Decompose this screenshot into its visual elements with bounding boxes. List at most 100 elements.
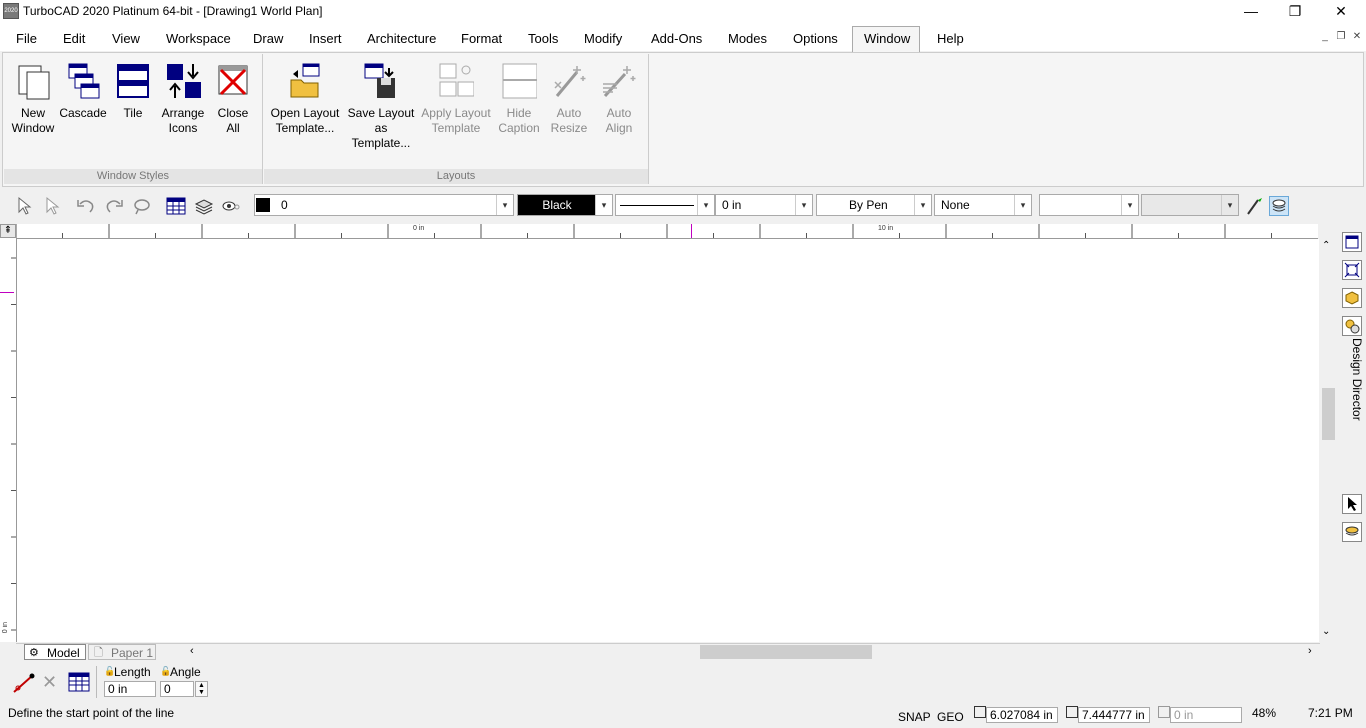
fill-combo[interactable]: None ▾ [934, 194, 1032, 216]
empty-combo-1[interactable]: ▾ [1039, 194, 1139, 216]
table-icon[interactable] [166, 196, 186, 216]
chevron-down-icon[interactable]: ▾ [795, 195, 812, 215]
apply-layout-label-1: Apply Layout [421, 106, 491, 120]
vertical-scroll-thumb[interactable] [1322, 388, 1335, 440]
horizontal-scroll-thumb[interactable] [700, 645, 872, 659]
new-window-button[interactable]: New Window [7, 58, 59, 136]
menu-add-ons[interactable]: Add-Ons [651, 31, 702, 46]
x-coord-lock-icon[interactable] [974, 706, 986, 718]
geo-toggle[interactable]: GEO [937, 710, 964, 724]
snap-toggle[interactable]: SNAP [898, 710, 931, 724]
line-style-combo[interactable]: ▾ [615, 194, 715, 216]
palette-selection-icon[interactable] [1342, 260, 1362, 280]
menu-draw[interactable]: Draw [253, 31, 283, 46]
scroll-up-icon[interactable]: ⌃ [1322, 240, 1330, 251]
auto-align-button[interactable]: Auto Align [593, 58, 645, 136]
brush-icon[interactable] [1244, 196, 1264, 216]
ruler-origin-button[interactable]: ⇞ [0, 224, 16, 238]
space-tab-bar [16, 643, 1320, 662]
chevron-down-icon[interactable]: ▾ [595, 195, 612, 215]
select-edit-icon[interactable] [42, 196, 62, 216]
palette-design-director-icon[interactable] [1342, 316, 1362, 336]
cascade-button[interactable]: Cascade [57, 58, 109, 121]
tab-model[interactable]: ⚙ Model [24, 644, 86, 660]
menu-window[interactable]: Window [864, 31, 910, 46]
x-coordinate[interactable]: 6.027084 in [986, 707, 1058, 723]
auto-resize-label-2: Resize [550, 121, 588, 135]
z-coord-lock-icon[interactable] [1158, 706, 1170, 718]
layer-stack-icon[interactable] [1269, 196, 1289, 216]
mdi-minimize-button[interactable]: _ [1318, 30, 1332, 44]
angle-spinner[interactable]: ▲ ▼ [195, 681, 208, 697]
auto-resize-button[interactable]: Auto Resize [543, 58, 595, 136]
color-combo[interactable]: Black ▾ [517, 194, 613, 216]
menu-insert[interactable]: Insert [309, 31, 342, 46]
ruler-label-10: 10 in [878, 225, 894, 232]
y-coord-lock-icon[interactable] [1066, 706, 1078, 718]
menu-architecture[interactable]: Architecture [367, 31, 436, 46]
layer-combo[interactable]: 0 ▾ [254, 194, 514, 216]
scroll-left-icon[interactable]: ‹ [190, 645, 194, 657]
window-styles-label: Window Styles [4, 169, 262, 184]
arrange-icons-button[interactable]: Arrange Icons [157, 58, 209, 136]
chevron-down-icon[interactable]: ▾ [1121, 195, 1138, 215]
save-layout-template-button[interactable]: Save Layout as Template... [344, 58, 418, 151]
tab-paper-1[interactable]: 🗋 Paper 1 [88, 644, 156, 660]
palette-properties-icon[interactable] [1342, 232, 1362, 252]
scroll-down-icon[interactable]: ⌄ [1322, 626, 1330, 637]
menu-help[interactable]: Help [937, 31, 964, 46]
mdi-restore-button[interactable]: ❐ [1334, 30, 1348, 44]
select-arrow-icon[interactable] [14, 196, 34, 216]
layers-icon[interactable] [194, 196, 214, 216]
minimize-button[interactable]: — [1228, 0, 1274, 24]
open-layout-template-button[interactable]: Open Layout Template... [268, 58, 342, 136]
eye-icon[interactable] [221, 196, 241, 216]
palette-select-icon[interactable] [1342, 494, 1362, 514]
menu-modify[interactable]: Modify [584, 31, 622, 46]
mdi-close-button[interactable]: ✕ [1350, 30, 1364, 44]
inspector-table-icon[interactable] [68, 672, 90, 692]
chevron-down-icon[interactable]: ▾ [1014, 195, 1031, 215]
design-director-tab[interactable]: Design Director [1340, 338, 1364, 428]
palette-3d-icon[interactable] [1342, 288, 1362, 308]
line-width-combo[interactable]: 0 in ▾ [715, 194, 813, 216]
length-label: Length [114, 665, 151, 679]
z-coordinate[interactable]: 0 in [1170, 707, 1242, 723]
menu-format[interactable]: Format [461, 31, 502, 46]
angle-label: Angle [170, 665, 201, 679]
empty-combo-2[interactable]: ▾ [1141, 194, 1239, 216]
chevron-down-icon[interactable]: ▾ [1221, 195, 1238, 215]
pen-combo[interactable]: By Pen ▾ [816, 194, 932, 216]
tile-button[interactable]: Tile [107, 58, 159, 121]
undo-icon[interactable] [76, 196, 96, 216]
scroll-right-icon[interactable]: › [1308, 645, 1312, 657]
menu-modes[interactable]: Modes [728, 31, 767, 46]
close-all-button[interactable]: Close All [207, 58, 259, 136]
drawing-canvas[interactable] [17, 239, 1319, 642]
hide-caption-label-1: Hide [506, 106, 532, 120]
length-input[interactable]: 0 in [104, 681, 156, 697]
menu-file[interactable]: File [16, 31, 37, 46]
y-coordinate[interactable]: 7.444777 in [1078, 707, 1150, 723]
repeat-icon[interactable] [132, 196, 152, 216]
chevron-down-icon[interactable]: ▾ [697, 195, 714, 215]
ruler-label-0: 0 in [413, 225, 425, 232]
redo-icon[interactable] [104, 196, 124, 216]
menu-workspace[interactable]: Workspace [166, 31, 231, 46]
menu-view[interactable]: View [112, 31, 140, 46]
cancel-x-icon[interactable]: ✕ [42, 672, 57, 692]
vertical-scrollbar[interactable] [1320, 238, 1336, 642]
hide-caption-button[interactable]: Hide Caption [493, 58, 545, 136]
menu-edit[interactable]: Edit [63, 31, 85, 46]
line-tool-icon[interactable] [12, 672, 36, 694]
menu-tools[interactable]: Tools [528, 31, 558, 46]
chevron-down-icon[interactable]: ▾ [914, 195, 931, 215]
maximize-button[interactable]: ❐ [1272, 0, 1318, 24]
angle-input[interactable]: 0 [160, 681, 194, 697]
close-button[interactable]: ✕ [1318, 0, 1364, 24]
menu-options[interactable]: Options [793, 31, 838, 46]
arrange-icons-icon [165, 62, 201, 100]
apply-layout-template-button[interactable]: Apply Layout Template [418, 58, 494, 136]
chevron-down-icon[interactable]: ▾ [496, 195, 513, 215]
palette-layers-icon[interactable] [1342, 522, 1362, 542]
